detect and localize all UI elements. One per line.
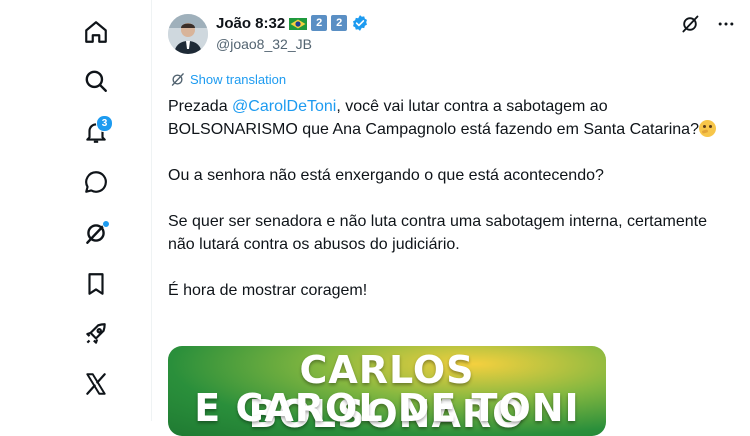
x-logo-icon xyxy=(86,373,106,395)
media-text-line-2: E CAROL DE TONI xyxy=(194,386,580,430)
grok-icon xyxy=(682,15,699,33)
grok-action-button[interactable] xyxy=(680,14,700,34)
nav-grok[interactable] xyxy=(78,215,114,251)
sidebar-nav: 3 xyxy=(0,0,152,421)
verified-badge-icon xyxy=(351,14,369,32)
tweet-actions xyxy=(680,14,736,34)
show-translation-label: Show translation xyxy=(190,72,287,87)
tweet-text: Prezada @CarolDeToni, você vai lutar con… xyxy=(168,95,728,302)
nav-notifications[interactable]: 3 xyxy=(78,114,114,150)
grok-indicator-dot xyxy=(102,220,110,228)
tweet-paragraph-3: Se quer ser senadora e não luta contra u… xyxy=(168,213,707,253)
avatar[interactable] xyxy=(168,14,208,54)
mention-link[interactable]: @CarolDeToni xyxy=(232,98,336,115)
author-handle[interactable]: @joao8_32_JB xyxy=(216,36,312,52)
greeting-prefix: Prezada xyxy=(168,98,233,115)
author-display-name[interactable]: João 8:32 xyxy=(216,15,285,32)
tweet-paragraph-1: Prezada @CarolDeToni, você vai lutar con… xyxy=(168,95,728,141)
more-icon xyxy=(718,22,734,26)
home-icon xyxy=(85,21,107,43)
nav-rocket[interactable] xyxy=(78,316,114,352)
show-translation-link[interactable]: Show translation xyxy=(170,72,286,87)
tweet-paragraph-2: Ou a senhora não está enxergando o que e… xyxy=(168,167,604,184)
brazil-flag-icon xyxy=(289,17,308,30)
nav-home[interactable] xyxy=(78,14,114,50)
rocket-icon xyxy=(86,323,106,344)
avatar-image xyxy=(168,14,208,54)
author-row: João 8:32 2 2 xyxy=(216,14,369,32)
tweet-media-image[interactable]: CARLOS BOLSONARO E CAROL DE TONI xyxy=(168,346,606,436)
nav-x-logo[interactable] xyxy=(78,366,114,402)
search-icon xyxy=(85,70,107,92)
translate-icon xyxy=(171,73,184,86)
bookmark-icon xyxy=(88,273,104,295)
nav-bookmarks[interactable] xyxy=(78,266,114,302)
nav-search[interactable] xyxy=(78,63,114,99)
notifications-badge: 3 xyxy=(96,115,113,132)
tweet-paragraph-4: É hora de mostrar coragem! xyxy=(168,282,368,299)
number-badge-1: 2 xyxy=(311,15,328,31)
chat-bubble-icon xyxy=(85,171,107,193)
nav-messages[interactable] xyxy=(78,164,114,200)
number-badge-2: 2 xyxy=(331,15,348,31)
more-options-button[interactable] xyxy=(716,14,736,34)
thinking-face-emoji-icon xyxy=(698,120,716,137)
